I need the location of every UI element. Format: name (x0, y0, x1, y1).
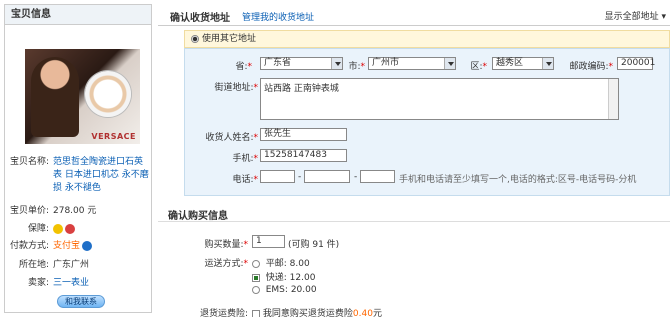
location-label: 所在地: (18, 260, 49, 270)
contact-seller-button[interactable]: 和我联系 (57, 295, 105, 308)
address-title-bar: 确认收货地址 管理我的收货地址 显示全部地址 ▾ (158, 6, 670, 26)
phone-ext-input[interactable] (360, 170, 395, 183)
purchase-section-title: 确认购买信息 (168, 211, 228, 222)
product-info-header: 宝贝信息 (5, 5, 151, 25)
use-other-address-option[interactable]: 使用其它地址 (184, 30, 670, 48)
shipping-option-surface[interactable]: 平邮: 8.00 (252, 256, 310, 269)
watch-icon (85, 71, 131, 117)
shipping-label: 运送方式:* (204, 259, 248, 269)
chevron-down-icon (331, 58, 342, 69)
address-section-title: 确认收货地址 (170, 13, 230, 24)
postcode-label: 邮政编码:* (569, 62, 613, 72)
guarantee-badge-icon[interactable] (53, 223, 63, 234)
chevron-down-icon (542, 58, 553, 69)
location-value: 广东广州 (53, 260, 90, 270)
brand-watermark: VERSACE (91, 132, 136, 141)
return-insurance-label: 退货运费险: (199, 309, 248, 317)
shipping-option-ems[interactable]: EMS: 20.00 (252, 285, 317, 295)
model-figure (31, 57, 79, 137)
street-label: 街道地址:* (214, 83, 258, 93)
city-label: 市:* (348, 62, 365, 72)
price-label: 宝贝单价: (9, 206, 49, 216)
show-all-address-link[interactable]: 显示全部地址 ▾ (605, 9, 666, 22)
ems-radio[interactable] (252, 285, 260, 294)
city-select[interactable]: 广州市 (368, 57, 456, 70)
shipping-option-express[interactable]: 快递: 12.00 (252, 270, 315, 283)
surface-mail-radio[interactable] (252, 259, 260, 268)
payment-value[interactable]: 支付宝 (53, 241, 80, 251)
available-quantity: (可购 91 件) (288, 240, 340, 250)
mobile-label: 手机:* (232, 154, 258, 164)
quantity-input[interactable]: 1 (252, 235, 285, 248)
phone-area-input[interactable] (260, 170, 295, 183)
price-value: 278.00 元 (53, 206, 97, 216)
recipient-label: 收货人姓名:* (205, 133, 258, 143)
province-label: 省:* (235, 62, 252, 72)
product-name-row: 宝贝名称: 范思哲全陶瓷进口石英表 日本进口机芯 永不磨损 永不褪色 (5, 156, 153, 198)
genuine-badge-icon[interactable] (65, 223, 75, 234)
postcode-input[interactable]: 200001 (617, 57, 655, 70)
manage-address-link[interactable]: 管理我的收货地址 (242, 10, 314, 23)
product-name-link[interactable]: 范思哲全陶瓷进口石英表 日本进口机芯 永不磨损 永不褪色 (53, 156, 149, 195)
mobile-input[interactable]: 15258147483 (260, 149, 347, 162)
section-divider (158, 221, 670, 222)
use-other-address-radio[interactable] (191, 34, 199, 43)
seller-label: 卖家: (27, 278, 49, 288)
payment-label: 付款方式: (9, 241, 49, 251)
product-info-panel: 宝贝信息 VERSACE 宝贝名称: 范思哲全陶瓷进口石英表 日本进口机芯 永不… (4, 4, 152, 313)
district-label: 区:* (470, 62, 487, 72)
phone-dash: - (298, 172, 302, 182)
phone-label: 电话:* (232, 175, 258, 185)
phone-number-input[interactable] (304, 170, 350, 183)
product-name-label: 宝贝名称: (9, 157, 49, 167)
use-other-address-label: 使用其它地址 (202, 34, 257, 44)
express-radio[interactable] (252, 273, 260, 282)
alipay-shield-icon (82, 240, 93, 251)
guarantee-label: 保障: (27, 224, 49, 234)
phone-hint: 手机和电话请至少填写一个,电话的格式:区号-电话号码-分机 (399, 175, 637, 185)
seller-link[interactable]: 三一表业 (53, 277, 149, 290)
province-select[interactable]: 广东省 (260, 57, 343, 70)
street-address-input[interactable]: 站西路 正南钟表城 (260, 78, 619, 120)
district-select[interactable]: 越秀区 (492, 57, 554, 70)
product-image[interactable]: VERSACE (25, 49, 140, 144)
recipient-name-input[interactable]: 张先生 (260, 128, 347, 141)
return-insurance-option[interactable]: 我同意购买退货运费险0.40元 (252, 306, 382, 317)
chevron-down-icon (444, 58, 455, 69)
phone-dash: - (354, 172, 358, 182)
textarea-scrollbar[interactable] (608, 79, 618, 119)
return-insurance-checkbox[interactable] (252, 309, 260, 317)
quantity-label: 购买数量:* (204, 240, 248, 250)
